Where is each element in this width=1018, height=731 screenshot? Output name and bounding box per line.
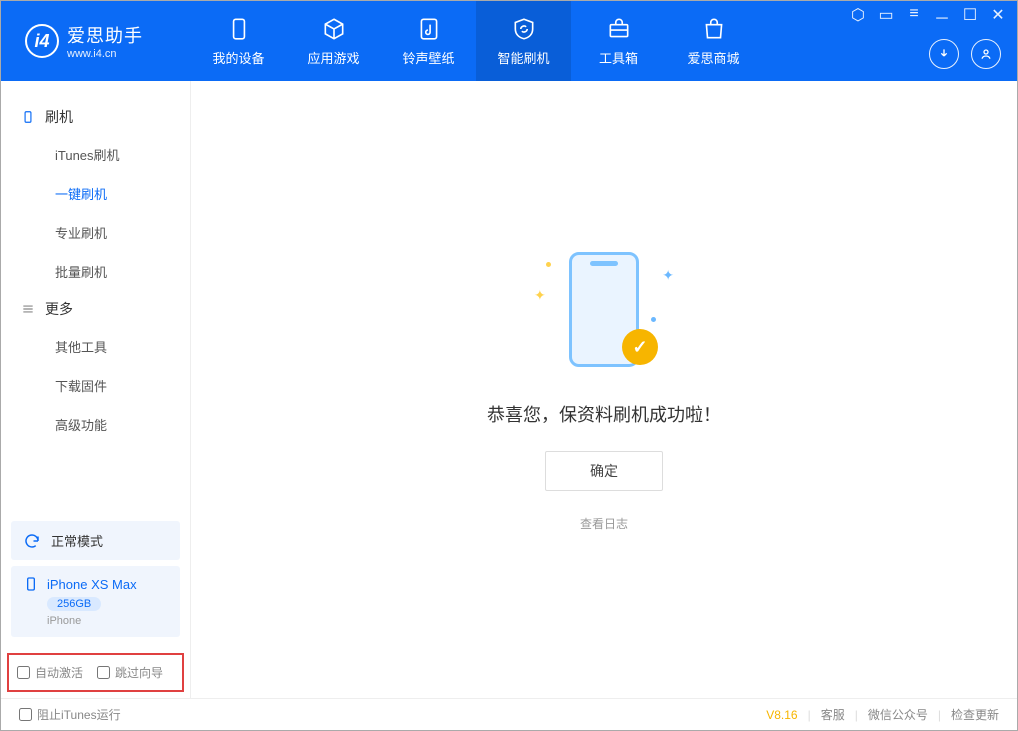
titlebar: i4 爱思助手 www.i4.cn 我的设备 应用游戏 铃声壁纸 智能刷机 工具… — [1, 1, 1017, 81]
logo-icon: i4 — [25, 24, 59, 58]
tab-label: 爱思商城 — [687, 48, 739, 67]
success-message: 恭喜您，保资料刷机成功啦！ — [487, 401, 721, 427]
user-button[interactable] — [971, 39, 1001, 69]
sidebar-group-more[interactable]: 更多 — [1, 291, 190, 327]
auto-activate-input[interactable] — [17, 666, 30, 679]
sidebar-item-download-firmware[interactable]: 下载固件 — [1, 366, 190, 405]
block-itunes-input[interactable] — [19, 708, 32, 721]
storage-badge: 256GB — [47, 597, 101, 611]
tab-my-device[interactable]: 我的设备 — [191, 1, 286, 81]
header-actions — [929, 39, 1001, 69]
tab-label: 我的设备 — [212, 48, 264, 67]
list-icon — [21, 302, 35, 316]
phone-outline-icon — [21, 110, 35, 124]
shopping-bag-icon — [701, 16, 727, 42]
version-label: V8.16 — [766, 708, 797, 722]
device-mode-row[interactable]: 正常模式 — [11, 521, 180, 560]
tab-store[interactable]: 爱思商城 — [666, 1, 761, 81]
app-subtitle: www.i4.cn — [67, 48, 143, 60]
toolbox-icon — [606, 16, 632, 42]
group-title: 刷机 — [45, 107, 73, 127]
ok-button[interactable]: 确定 — [545, 451, 663, 491]
shirt-icon[interactable]: ⬡ — [849, 5, 867, 29]
phone-icon — [226, 16, 252, 42]
maximize-button[interactable]: ☐ — [961, 5, 979, 29]
block-itunes-checkbox[interactable]: 阻止iTunes运行 — [19, 706, 121, 723]
nav-tabs: 我的设备 应用游戏 铃声壁纸 智能刷机 工具箱 爱思商城 — [191, 1, 761, 81]
sidebar-item-other-tools[interactable]: 其他工具 — [1, 327, 190, 366]
checkmark-badge-icon: ✓ — [622, 329, 658, 365]
tab-label: 应用游戏 — [307, 48, 359, 67]
group-title: 更多 — [45, 299, 73, 319]
menu-icon[interactable]: ≡ — [905, 5, 923, 29]
checkbox-label: 自动激活 — [35, 664, 83, 681]
device-row[interactable]: iPhone XS Max 256GB iPhone — [11, 566, 180, 637]
window-controls: ⬡ ▭ ≡ － ☐ ✕ — [849, 5, 1007, 29]
note-icon[interactable]: ▭ — [877, 5, 895, 29]
main-content: ✦ ✓ ✦ 恭喜您，保资料刷机成功啦！ 确定 查看日志 — [191, 81, 1017, 698]
sidebar-group-flash[interactable]: 刷机 — [1, 99, 190, 135]
skip-guide-input[interactable] — [97, 666, 110, 679]
sidebar: 刷机 iTunes刷机 一键刷机 专业刷机 批量刷机 更多 其他工具 下载固件 … — [1, 81, 191, 698]
auto-activate-checkbox[interactable]: 自动激活 — [17, 664, 83, 681]
sidebar-item-pro-flash[interactable]: 专业刷机 — [1, 213, 190, 252]
success-illustration: ✦ ✓ ✦ — [524, 247, 684, 377]
checkbox-label: 跳过向导 — [115, 664, 163, 681]
device-mode-label: 正常模式 — [51, 531, 103, 550]
tab-label: 智能刷机 — [497, 48, 549, 67]
tab-label: 铃声壁纸 — [402, 48, 454, 67]
sidebar-item-advanced[interactable]: 高级功能 — [1, 405, 190, 444]
sidebar-item-batch-flash[interactable]: 批量刷机 — [1, 252, 190, 291]
app-title: 爱思助手 — [67, 22, 143, 48]
tab-apps-games[interactable]: 应用游戏 — [286, 1, 381, 81]
tab-smart-flash[interactable]: 智能刷机 — [476, 1, 571, 81]
music-file-icon — [416, 16, 442, 42]
support-link[interactable]: 客服 — [821, 706, 845, 723]
check-update-link[interactable]: 检查更新 — [951, 706, 999, 723]
options-highlight-box: 自动激活 跳过向导 — [7, 653, 184, 692]
checkbox-label: 阻止iTunes运行 — [37, 706, 121, 723]
device-panel: 正常模式 iPhone XS Max 256GB iPhone — [1, 511, 190, 647]
view-log-link[interactable]: 查看日志 — [580, 515, 628, 532]
download-button[interactable] — [929, 39, 959, 69]
close-button[interactable]: ✕ — [989, 5, 1007, 29]
device-type-label: iPhone — [47, 615, 168, 627]
sidebar-item-oneclick-flash[interactable]: 一键刷机 — [1, 174, 190, 213]
skip-guide-checkbox[interactable]: 跳过向导 — [97, 664, 163, 681]
wechat-link[interactable]: 微信公众号 — [868, 706, 928, 723]
tab-ringtones-wallpapers[interactable]: 铃声壁纸 — [381, 1, 476, 81]
device-icon — [23, 576, 39, 592]
sidebar-item-itunes-flash[interactable]: iTunes刷机 — [1, 135, 190, 174]
tab-toolbox[interactable]: 工具箱 — [571, 1, 666, 81]
tab-label: 工具箱 — [599, 48, 638, 67]
minimize-button[interactable]: － — [933, 5, 951, 29]
device-name-label: iPhone XS Max — [47, 577, 137, 592]
app-logo: i4 爱思助手 www.i4.cn — [1, 22, 191, 60]
cube-icon — [321, 16, 347, 42]
statusbar: 阻止iTunes运行 V8.16 | 客服 | 微信公众号 | 检查更新 — [1, 698, 1017, 730]
shield-refresh-icon — [511, 16, 537, 42]
sync-icon — [23, 532, 41, 550]
